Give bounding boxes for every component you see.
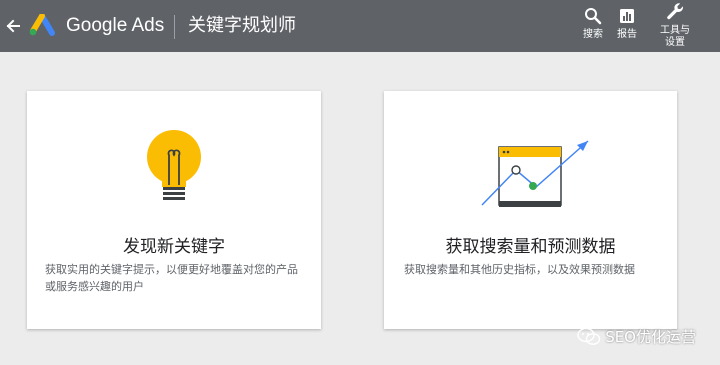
- back-button[interactable]: [3, 14, 23, 38]
- header-divider: [174, 15, 175, 39]
- search-icon: [583, 6, 603, 26]
- watermark-text: SEO优化运营: [605, 328, 696, 346]
- wechat-icon: [577, 327, 601, 345]
- search-tool-label: 搜索: [583, 29, 603, 40]
- brand-name: Google Ads: [66, 15, 165, 36]
- report-icon: [617, 6, 637, 26]
- search-tool-button[interactable]: 搜索: [583, 6, 603, 41]
- lightbulb-icon: [147, 130, 201, 201]
- report-tool-label: 报告: [617, 29, 637, 40]
- discover-keywords-card[interactable]: 发现新关键字 获取实用的关键字提示，以便更好地覆盖对您的产品或服务感兴趣的用户: [27, 91, 321, 329]
- google-ads-logo-icon: [29, 14, 55, 36]
- tools-settings-label: 工具与 设置: [660, 25, 690, 48]
- card-description: 获取搜索量和其他历史指标，以及效果预测数据: [404, 263, 635, 276]
- wrench-icon: [665, 2, 685, 22]
- card-description: 获取实用的关键字提示，以便更好地覆盖对您的产品或服务感兴趣的用户: [45, 263, 298, 293]
- top-bar: Google Ads 关键字规划师 搜索 报告 工具与 设置: [0, 0, 720, 52]
- watermark: SEO优化运营: [577, 326, 696, 347]
- forecast-card[interactable]: 获取搜索量和预测数据 获取搜索量和其他历史指标，以及效果预测数据: [384, 91, 677, 329]
- report-tool-button[interactable]: 报告: [617, 6, 637, 41]
- back-arrow-icon: [6, 19, 20, 33]
- page-title: 关键字规划师: [188, 15, 296, 36]
- card-title: 获取搜索量和预测数据: [445, 237, 616, 257]
- card-title: 发现新关键字: [123, 237, 225, 257]
- tools-settings-button[interactable]: 工具与 设置: [660, 2, 690, 49]
- forecast-chart-icon: [481, 140, 589, 207]
